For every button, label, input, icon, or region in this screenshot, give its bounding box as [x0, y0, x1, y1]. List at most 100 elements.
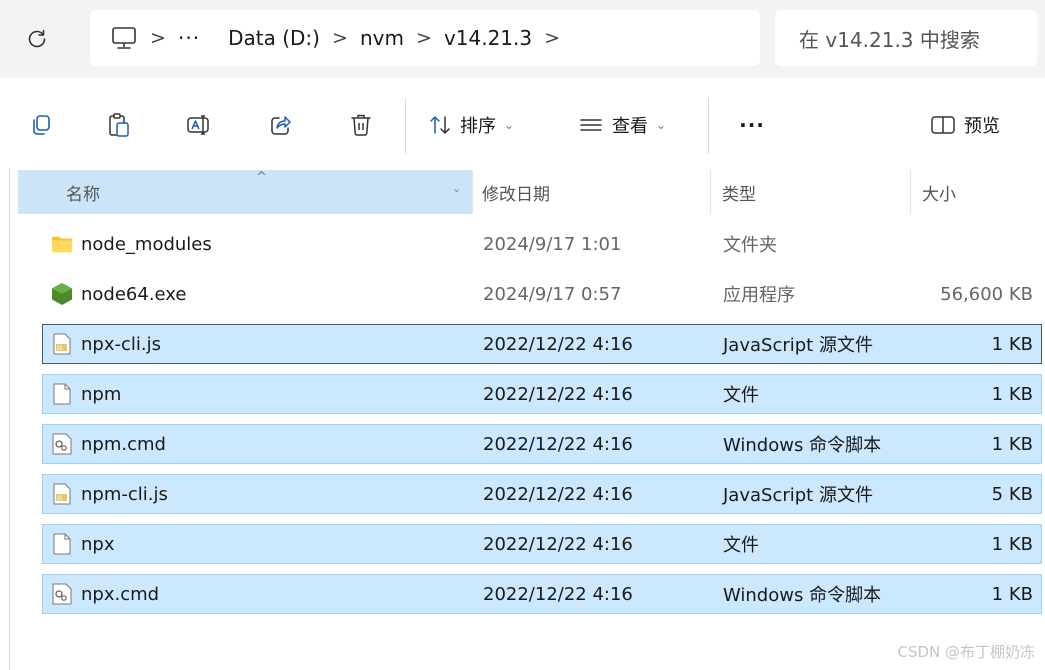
file-row[interactable]: npm 2022/12/22 4:16 文件 1 KB: [42, 374, 1042, 414]
address-bar: > ··· Data (D:) > nvm > v14.21.3 > 在 v14…: [0, 0, 1045, 78]
file-name-cell[interactable]: npm: [51, 375, 121, 413]
file-type: Windows 命令脚本: [723, 585, 882, 606]
copy-icon: [33, 115, 50, 135]
search-input[interactable]: 在 v14.21.3 中搜索: [775, 10, 1037, 66]
cmd-file-icon: [51, 433, 73, 455]
node-exe-icon: [51, 283, 73, 305]
copy-button[interactable]: [24, 106, 58, 144]
preview-pane-icon: [931, 116, 955, 134]
column-dropdown-icon[interactable]: ⌄: [452, 182, 461, 195]
sort-button[interactable]: 排序 ⌄: [428, 106, 546, 144]
file-row[interactable]: node_modules 2024/9/17 1:01 文件夹: [42, 224, 1042, 264]
cmd-file-icon: [51, 583, 73, 605]
file-row[interactable]: JS npx-cli.js 2022/12/22 4:16 JavaScript…: [42, 324, 1042, 364]
file-name: npm: [81, 383, 122, 405]
file-name-cell[interactable]: JS npx-cli.js: [51, 325, 161, 363]
refresh-icon: [28, 29, 46, 48]
breadcrumb-separator[interactable]: >: [404, 27, 444, 49]
js-file-icon: JS: [51, 333, 73, 355]
paste-button[interactable]: [102, 106, 136, 144]
file-row[interactable]: JS npm-cli.js 2022/12/22 4:16 JavaScript…: [42, 474, 1042, 514]
breadcrumb-overflow[interactable]: ···: [178, 10, 200, 66]
blank-file-icon: [51, 533, 73, 555]
file-type: 文件: [723, 535, 759, 556]
file-size: 1 KB: [991, 533, 1033, 555]
file-name: npx: [81, 533, 115, 555]
sort-label: 排序: [460, 116, 496, 137]
file-name-cell[interactable]: JS npm-cli.js: [51, 475, 168, 513]
svg-text:JS: JS: [56, 345, 63, 352]
file-size: 1 KB: [991, 433, 1033, 455]
file-type: 文件夹: [723, 235, 777, 256]
chevron-down-icon: ⌄: [504, 118, 515, 132]
blank-file-icon: [51, 383, 73, 405]
column-divider[interactable]: [910, 170, 911, 214]
column-name-label: 名称: [66, 184, 100, 205]
paste-icon: [109, 113, 129, 137]
breadcrumb-separator[interactable]: >: [320, 27, 360, 49]
svg-text:JS: JS: [56, 495, 63, 502]
watermark: CSDN @布丁棚奶冻: [897, 643, 1035, 661]
file-name: node64.exe: [81, 283, 187, 305]
file-row[interactable]: npx 2022/12/22 4:16 文件 1 KB: [42, 524, 1042, 564]
breadcrumb-item-v14[interactable]: v14.21.3: [444, 10, 532, 66]
folder-icon: [51, 233, 73, 255]
file-size: 56,600 KB: [940, 283, 1033, 305]
file-name-cell[interactable]: npm.cmd: [51, 425, 166, 463]
column-header-date[interactable]: 修改日期: [482, 170, 550, 214]
file-name-cell[interactable]: npx: [51, 525, 115, 563]
rename-button[interactable]: [182, 106, 216, 144]
file-size: 5 KB: [991, 483, 1033, 505]
column-divider[interactable]: [710, 170, 711, 214]
file-list: 名称 ^ ⌄ 修改日期 类型 大小 node_modules 2024/9/17…: [0, 168, 1045, 670]
breadcrumb-separator[interactable]: >: [532, 27, 572, 49]
refresh-button[interactable]: [22, 24, 52, 54]
breadcrumb-separator[interactable]: >: [138, 27, 178, 49]
share-icon: [271, 116, 291, 135]
trash-icon: [351, 114, 371, 136]
file-type: JavaScript 源文件: [723, 485, 873, 506]
file-date: 2022/12/22 4:16: [483, 333, 633, 355]
file-row[interactable]: npx.cmd 2022/12/22 4:16 Windows 命令脚本 1 K…: [42, 574, 1042, 614]
breadcrumb-item-data-drive[interactable]: Data (D:): [228, 10, 320, 66]
this-pc-button[interactable]: [110, 10, 138, 66]
js-file-icon: JS: [51, 483, 73, 505]
view-label: 查看: [612, 116, 648, 137]
file-name-cell[interactable]: npx.cmd: [51, 575, 159, 613]
monitor-icon: [112, 27, 136, 49]
file-name: npm.cmd: [81, 433, 166, 455]
file-row[interactable]: npm.cmd 2022/12/22 4:16 Windows 命令脚本 1 K…: [42, 424, 1042, 464]
chevron-down-icon: ⌄: [656, 118, 667, 132]
toolbar-divider: [405, 98, 406, 154]
breadcrumb[interactable]: > ··· Data (D:) > nvm > v14.21.3 >: [90, 10, 760, 66]
delete-button[interactable]: [344, 106, 378, 144]
column-header-size[interactable]: 大小: [922, 170, 956, 214]
breadcrumb-item-nvm[interactable]: nvm: [360, 10, 404, 66]
file-type: Windows 命令脚本: [723, 435, 882, 456]
share-button[interactable]: [264, 106, 298, 144]
column-divider[interactable]: [472, 170, 473, 214]
view-button[interactable]: 查看 ⌄: [578, 106, 696, 144]
preview-label: 预览: [964, 116, 1000, 137]
file-type: 应用程序: [723, 285, 795, 306]
file-date: 2022/12/22 4:16: [483, 433, 633, 455]
file-type: 文件: [723, 385, 759, 406]
file-row[interactable]: node64.exe 2024/9/17 0:57 应用程序 56,600 KB: [42, 274, 1042, 314]
file-name-cell[interactable]: node_modules: [51, 225, 212, 263]
sort-icon: [430, 116, 450, 134]
more-options-button[interactable]: ···: [730, 106, 774, 144]
column-header-type[interactable]: 类型: [722, 170, 756, 214]
file-name-cell[interactable]: node64.exe: [51, 275, 186, 313]
file-date: 2022/12/22 4:16: [483, 383, 633, 405]
column-header-row: 名称 ^ ⌄ 修改日期 类型 大小: [18, 170, 1045, 214]
command-bar: 排序 ⌄ 查看 ⌄ ··· 预览: [0, 82, 1045, 168]
file-name: npx-cli.js: [81, 333, 161, 355]
file-date: 2024/9/17 1:01: [483, 233, 622, 255]
column-header-name[interactable]: 名称 ^ ⌄: [18, 170, 472, 214]
file-name: npx.cmd: [81, 583, 160, 605]
preview-pane-button[interactable]: 预览: [930, 106, 1020, 144]
file-type: JavaScript 源文件: [723, 335, 873, 356]
file-date: 2024/9/17 0:57: [483, 283, 622, 305]
file-name: npm-cli.js: [81, 483, 168, 505]
rename-icon: [187, 115, 209, 135]
